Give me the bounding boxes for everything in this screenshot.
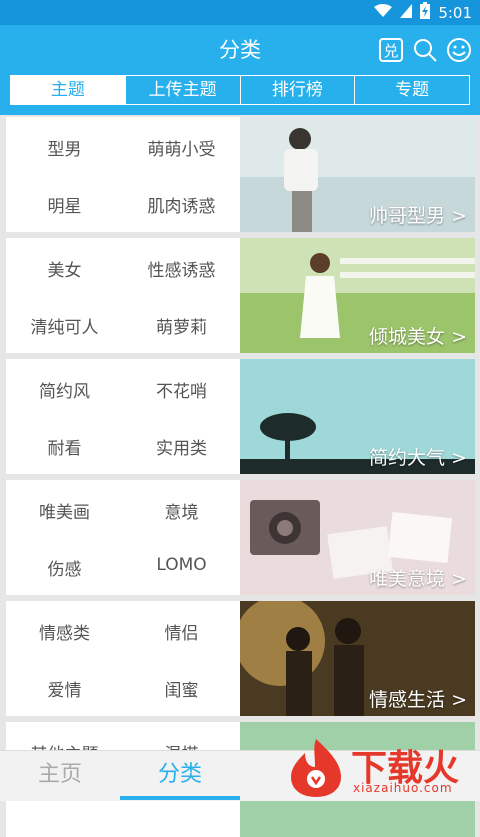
redeem-glyph: 兑 [383,42,398,60]
nav-home[interactable]: 主页 [0,751,120,801]
tab-bar: 主题 上传主题 排行榜 专题 [0,75,480,115]
category-banner[interactable]: 简约大气 > [240,359,475,474]
search-icon[interactable] [412,37,438,63]
clock: 5:01 [438,3,472,22]
status-bar: 5:01 [0,0,480,25]
tag-item[interactable]: 闺蜜 [123,676,240,701]
tag-item[interactable]: 唯美画 [6,498,123,523]
banner-caption: 情感生活 > [369,689,467,711]
tag-item[interactable]: 实用类 [123,434,240,459]
app-bar-actions: 兑 [378,25,472,75]
category-card-artistic: 唯美画 意境 伤感 LOMO 唯美意境 > [6,480,475,595]
active-tab-indicator [120,796,240,800]
category-banner[interactable]: 情感生活 > [240,601,475,716]
banner-caption: 简约大气 > [369,447,467,469]
tag-item[interactable]: 美女 [6,256,123,281]
cellular-signal-icon [400,3,413,22]
battery-charging-icon [420,2,431,23]
app-bar: 分类 兑 [0,25,480,75]
tag-item[interactable]: 肌肉诱惑 [123,192,240,217]
tag-item[interactable]: 意境 [123,498,240,523]
tab-special[interactable]: 专题 [354,76,469,104]
tag-item[interactable]: 情感类 [6,619,123,644]
tag-item[interactable]: 明星 [6,192,123,217]
wifi-icon [374,3,393,22]
banner-caption: 倾城美女 > [369,326,467,348]
watermark: 下载火 xiazaihuo.com [285,735,480,800]
banner-caption: 唯美意境 > [369,568,467,590]
tag-grid: 型男 萌萌小受 明星 肌肉诱惑 [6,117,240,232]
tag-item[interactable]: 型男 [6,135,123,160]
tab-themes[interactable]: 主题 [11,76,125,104]
tag-grid: 美女 性感诱惑 清纯可人 萌萝莉 [6,238,240,353]
tab-ranking[interactable]: 排行榜 [239,76,355,104]
tag-item[interactable]: 清纯可人 [6,313,123,338]
tag-grid: 唯美画 意境 伤感 LOMO [6,480,240,595]
nav-category[interactable]: 分类 [120,751,240,801]
flame-logo-icon [291,739,341,797]
tag-item[interactable]: 萌萝莉 [123,313,240,338]
tab-group: 主题 上传主题 排行榜 专题 [10,75,470,105]
tag-item[interactable]: 耐看 [6,434,123,459]
category-card-beauty: 美女 性感诱惑 清纯可人 萌萝莉 倾城美女 > [6,238,475,353]
category-banner[interactable]: 唯美意境 > [240,480,475,595]
tag-item[interactable]: 爱情 [6,676,123,701]
category-card-emotion: 情感类 情侣 爱情 闺蜜 情感生活 > [6,601,475,716]
category-banner[interactable]: 帅哥型男 > [240,117,475,232]
status-icons: 5:01 [374,0,472,25]
tag-item[interactable]: 简约风 [6,377,123,402]
banner-caption: 帅哥型男 > [369,205,467,227]
category-card-handsome: 型男 萌萌小受 明星 肌肉诱惑 帅哥型男 > [6,117,475,232]
tag-grid: 简约风 不花哨 耐看 实用类 [6,359,240,474]
tag-item[interactable]: LOMO [123,555,240,575]
tag-item[interactable]: 伤感 [6,555,123,580]
tag-item[interactable]: 不花哨 [123,377,240,402]
tag-item[interactable]: 萌萌小受 [123,135,240,160]
smiley-icon[interactable] [446,37,472,63]
category-card-simple: 简约风 不花哨 耐看 实用类 简约大气 > [6,359,475,474]
watermark-url: xiazaihuo.com [353,781,453,795]
redeem-icon[interactable]: 兑 [378,37,404,63]
tag-grid: 情感类 情侣 爱情 闺蜜 [6,601,240,716]
tag-item[interactable]: 情侣 [123,619,240,644]
tab-upload-theme[interactable]: 上传主题 [124,76,240,104]
tag-item[interactable]: 性感诱惑 [123,256,240,281]
category-banner[interactable]: 倾城美女 > [240,238,475,353]
